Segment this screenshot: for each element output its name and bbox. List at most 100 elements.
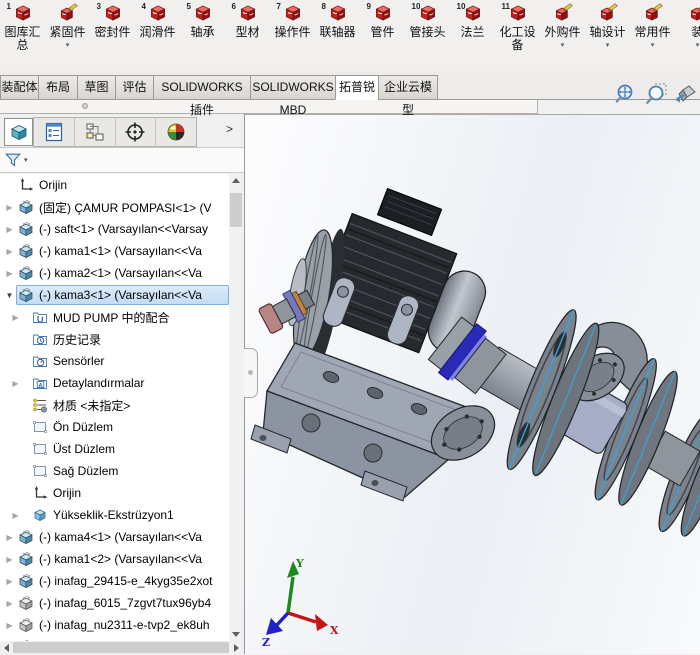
tree-row-annotations[interactable]: ▶ Detaylandırmalar <box>0 372 229 394</box>
toolbar-item-guanjian[interactable]: 9 管件 <box>360 0 405 71</box>
tab-assembly[interactable]: 装配体 <box>0 75 38 100</box>
expand-arrow-icon[interactable]: ▶ <box>3 269 16 278</box>
expand-arrow-icon[interactable]: ▶ <box>9 379 22 388</box>
vertical-scroll-thumb[interactable] <box>230 193 242 227</box>
tree-filter-row: ▾ <box>0 147 244 173</box>
collapse-arrow-icon[interactable]: ▼ <box>3 291 16 300</box>
tab-evaluate[interactable]: 评估 <box>115 75 153 100</box>
triad-y-label: Y <box>295 557 304 570</box>
dimxpert-manager-tab[interactable] <box>116 118 157 146</box>
scroll-up-arrow-icon <box>232 174 240 183</box>
tab-solidworks-addins[interactable]: SOLIDWORKS 插件 <box>153 75 250 100</box>
toolbar-item-mifengjian[interactable]: 3 密封件 <box>90 0 135 71</box>
part-icon <box>18 529 34 545</box>
expand-arrow-icon[interactable]: ▶ <box>3 621 16 630</box>
tree-row-camur-pompasi[interactable]: ▶ (固定) ÇAMUR POMPASI<1> (V <box>0 196 229 218</box>
dropdown-arrow-icon[interactable]: ▾ <box>696 41 700 50</box>
dropdown-arrow-icon[interactable]: ▾ <box>606 41 610 50</box>
tree-row-kama3-selected[interactable]: ▼ (-) kama3<1> (Varsayılan<<Va <box>0 284 229 306</box>
configuration-manager-tab[interactable] <box>75 118 116 146</box>
tab-topray[interactable]: 拓普锐 <box>335 75 378 100</box>
dropdown-arrow-icon[interactable]: ▾ <box>66 41 70 50</box>
property-manager-tab[interactable] <box>34 118 75 146</box>
toolbar-item-jingujian[interactable]: 紧固件 ▾ <box>45 0 90 71</box>
tree-row-kama1-2[interactable]: ▶ (-) kama1<2> (Varsayılan<<Va <box>0 548 229 570</box>
tree-row-inafag-29415[interactable]: ▶ (-) inafag_29415-e_4kyg35e2xot <box>0 570 229 592</box>
expand-arrow-icon[interactable]: ▶ <box>3 555 16 564</box>
feature-manager-tree-tab[interactable] <box>4 118 33 146</box>
strip-handle-dot[interactable] <box>82 103 88 109</box>
property-manager-icon <box>43 121 65 143</box>
graphics-viewport[interactable]: Y X Z <box>245 114 700 654</box>
tree-vertical-scrollbar[interactable] <box>229 174 243 641</box>
toolbar-item-label: 联轴器 <box>319 26 355 39</box>
tree-row-mates-folder[interactable]: ▶ MUD PUMP 中的配合 <box>0 306 229 328</box>
dropdown-arrow-icon[interactable]: ▾ <box>561 41 565 50</box>
filter-funnel-icon[interactable] <box>4 151 22 169</box>
shortcut-number: 10 <box>412 2 421 11</box>
scroll-right-button[interactable] <box>230 641 243 654</box>
expand-arrow-icon[interactable]: ▶ <box>3 533 16 542</box>
tree-row-material[interactable]: 材质 <未指定> <box>0 394 229 416</box>
expand-arrow-icon[interactable]: ▶ <box>9 313 22 322</box>
scroll-left-button[interactable] <box>0 641 13 654</box>
toolbar-item-label: 操作件 <box>274 26 310 39</box>
scroll-left-arrow-icon <box>0 644 9 652</box>
toolbar-item-waigoujian[interactable]: 外购件 ▾ <box>540 0 585 71</box>
toolbar-item-xingcai[interactable]: 6 型材 <box>225 0 270 71</box>
dropdown-arrow-icon[interactable]: ▾ <box>651 41 655 50</box>
tree-row-history[interactable]: 历史记录 <box>0 328 229 350</box>
previous-view-icon[interactable] <box>674 82 698 106</box>
toolbar-item-changyongjian[interactable]: 常用件 ▾ <box>630 0 675 71</box>
zoom-to-fit-icon[interactable] <box>614 82 638 106</box>
tree-row-kama2[interactable]: ▶ (-) kama2<1> (Varsayılan<<Va <box>0 262 229 284</box>
toolbar-item-huagong[interactable]: 11 化工设备 <box>495 0 540 71</box>
toolbar-item-label: 图库汇总 <box>0 26 45 52</box>
tree-row-right-plane[interactable]: Sağ Düzlem <box>0 460 229 482</box>
toolbar-item-zhuang[interactable]: 装 ▾ <box>675 0 700 71</box>
toolbar-item-guanjietou[interactable]: 10 管接头 <box>405 0 450 71</box>
tree-row-inafag-nu2311[interactable]: ▶ (-) inafag_nu2311-e-tvp2_ek8uh <box>0 614 229 636</box>
tree-row-front-plane[interactable]: Ön Düzlem <box>0 416 229 438</box>
manager-overflow-chevron[interactable]: > <box>226 122 233 136</box>
toolbar-item-label: 管接头 <box>409 26 445 39</box>
zoom-to-area-icon[interactable] <box>644 82 668 106</box>
toolbar-item-falan[interactable]: 10 法兰 <box>450 0 495 71</box>
tree-row-kama4[interactable]: ▶ (-) kama4<1> (Varsayılan<<Va <box>0 526 229 548</box>
toolbar-item-zhoucheng[interactable]: 5 轴承 <box>180 0 225 71</box>
tree-row-origin[interactable]: Orijin <box>0 174 229 196</box>
scroll-down-button[interactable] <box>229 628 243 641</box>
toolbar-item-label: 常用件 <box>634 26 670 39</box>
horizontal-scroll-thumb[interactable] <box>13 642 229 653</box>
tab-sketch[interactable]: 草图 <box>77 75 115 100</box>
tab-solidworks-mbd[interactable]: SOLIDWORKS MBD <box>250 75 335 100</box>
expand-arrow-icon[interactable]: ▶ <box>9 511 22 520</box>
tree-row-label: (-) kama1<2> (Varsayılan<<Va <box>38 552 202 566</box>
tab-layout[interactable]: 布局 <box>38 75 77 100</box>
expand-arrow-icon[interactable]: ▶ <box>3 599 16 608</box>
tree-row-inafag-6015[interactable]: ▶ (-) inafag_6015_7zgvt7tux96yb4 <box>0 592 229 614</box>
command-manager-collapsed-strip <box>0 100 538 114</box>
sw-cube-pencil-icon <box>597 2 619 24</box>
expand-arrow-icon[interactable]: ▶ <box>3 247 16 256</box>
filter-dropdown-arrow-icon[interactable]: ▾ <box>24 156 28 164</box>
tree-row-kama1-1[interactable]: ▶ (-) kama1<1> (Varsayılan<<Va <box>0 240 229 262</box>
expand-arrow-icon[interactable]: ▶ <box>3 225 16 234</box>
tab-cloud-model[interactable]: 企业云模型 <box>378 75 438 100</box>
tree-horizontal-scrollbar[interactable] <box>0 641 243 654</box>
toolbar-item-zhousheji[interactable]: 轴设计 ▾ <box>585 0 630 71</box>
scroll-up-button[interactable] <box>229 174 243 187</box>
panel-splitter-handle[interactable] <box>244 348 258 398</box>
toolbar-item-caozuojian[interactable]: 7 操作件 <box>270 0 315 71</box>
expand-arrow-icon[interactable]: ▶ <box>3 577 16 586</box>
tree-row-sensors[interactable]: Sensörler <box>0 350 229 372</box>
tree-row-saft[interactable]: ▶ (-) saft<1> (Varsayılan<<Varsay <box>0 218 229 240</box>
toolbar-item-lianzhouqi[interactable]: 8 联轴器 <box>315 0 360 71</box>
tree-row-child-origin[interactable]: Orijin <box>0 482 229 504</box>
toolbar-item-runhuajian[interactable]: 4 润滑件 <box>135 0 180 71</box>
tree-row-extrusion[interactable]: ▶ Yükseklik-Ekstrüzyon1 <box>0 504 229 526</box>
display-manager-tab[interactable] <box>156 118 196 146</box>
toolbar-item-tuku[interactable]: 1 图库汇总 <box>0 0 45 71</box>
tree-row-top-plane[interactable]: Üst Düzlem <box>0 438 229 460</box>
expand-arrow-icon[interactable]: ▶ <box>3 203 16 212</box>
